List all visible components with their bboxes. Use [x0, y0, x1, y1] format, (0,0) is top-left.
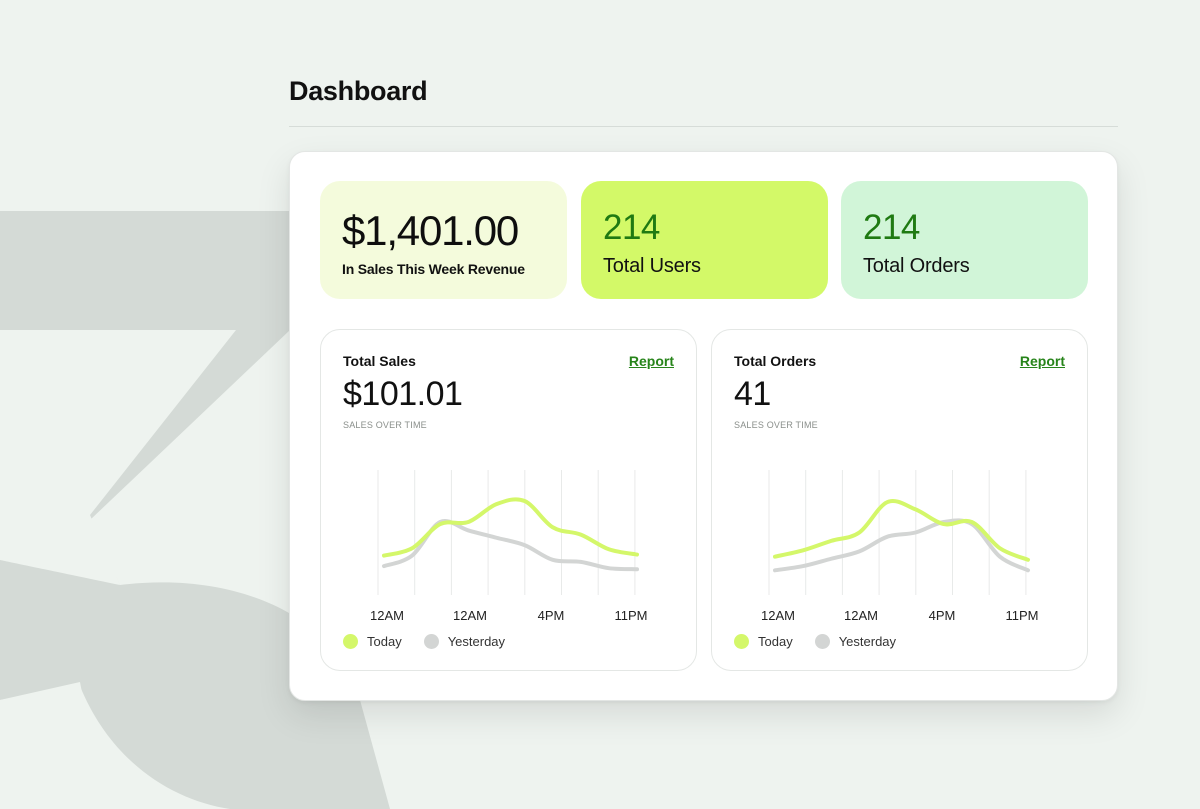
report-link[interactable]: Report [1020, 353, 1065, 369]
x-tick-label: 12AM [844, 608, 878, 623]
x-tick-label: 12AM [761, 608, 795, 623]
x-tick-label: 4PM [538, 608, 565, 623]
stat-label: Total Orders [863, 255, 970, 277]
page-title: Dashboard [289, 76, 428, 106]
card-title: Total Orders [734, 353, 817, 369]
stat-value: $1,401.00 [342, 207, 519, 254]
orders-line-chart: 12AM 12AM 4PM 11PM [761, 470, 1039, 623]
chart-legend: Today Yesterday [343, 634, 527, 649]
card-title: Total Sales [343, 353, 416, 369]
series-line-today [773, 499, 1030, 562]
stat-label: Total Users [603, 255, 701, 277]
stat-value: 214 [603, 208, 660, 247]
card-value: 41 [734, 375, 771, 413]
x-tick-label: 11PM [1006, 608, 1039, 623]
sales-line-chart: 12AM 12AM 4PM 11PM [370, 470, 648, 623]
stat-card-users[interactable]: 214 Total Users [581, 181, 828, 299]
legend-dot-today [343, 634, 358, 649]
chart-card-total-orders: Total Orders Report 41 SALES OVER TIME 1… [711, 329, 1088, 671]
card-subtitle: SALES OVER TIME [734, 420, 818, 430]
x-tick-label: 4PM [929, 608, 956, 623]
title-divider [289, 126, 1118, 127]
dashboard-panel: $1,401.00 In Sales This Week Revenue 214… [289, 151, 1118, 701]
stat-label: In Sales This Week Revenue [342, 261, 525, 277]
legend-label-yesterday: Yesterday [838, 634, 897, 649]
legend-label-today: Today [367, 634, 402, 649]
stat-card-orders[interactable]: 214 Total Orders [841, 181, 1088, 299]
card-subtitle: SALES OVER TIME [343, 420, 427, 430]
legend-label-today: Today [758, 634, 793, 649]
legend-dot-yesterday [423, 634, 439, 649]
stat-card-revenue[interactable]: $1,401.00 In Sales This Week Revenue [320, 181, 567, 299]
x-tick-label: 11PM [615, 608, 648, 623]
x-tick-label: 12AM [453, 608, 487, 623]
legend-dot-yesterday [814, 634, 830, 649]
x-tick-label: 12AM [370, 608, 404, 623]
chart-legend: Today Yesterday [734, 634, 918, 649]
report-link[interactable]: Report [629, 353, 674, 369]
chart-card-total-sales: Total Sales Report $101.01 SALES OVER TI… [320, 329, 697, 671]
legend-label-yesterday: Yesterday [447, 634, 506, 649]
legend-dot-today [734, 634, 749, 649]
card-value: $101.01 [343, 375, 463, 413]
stat-value: 214 [863, 208, 920, 247]
